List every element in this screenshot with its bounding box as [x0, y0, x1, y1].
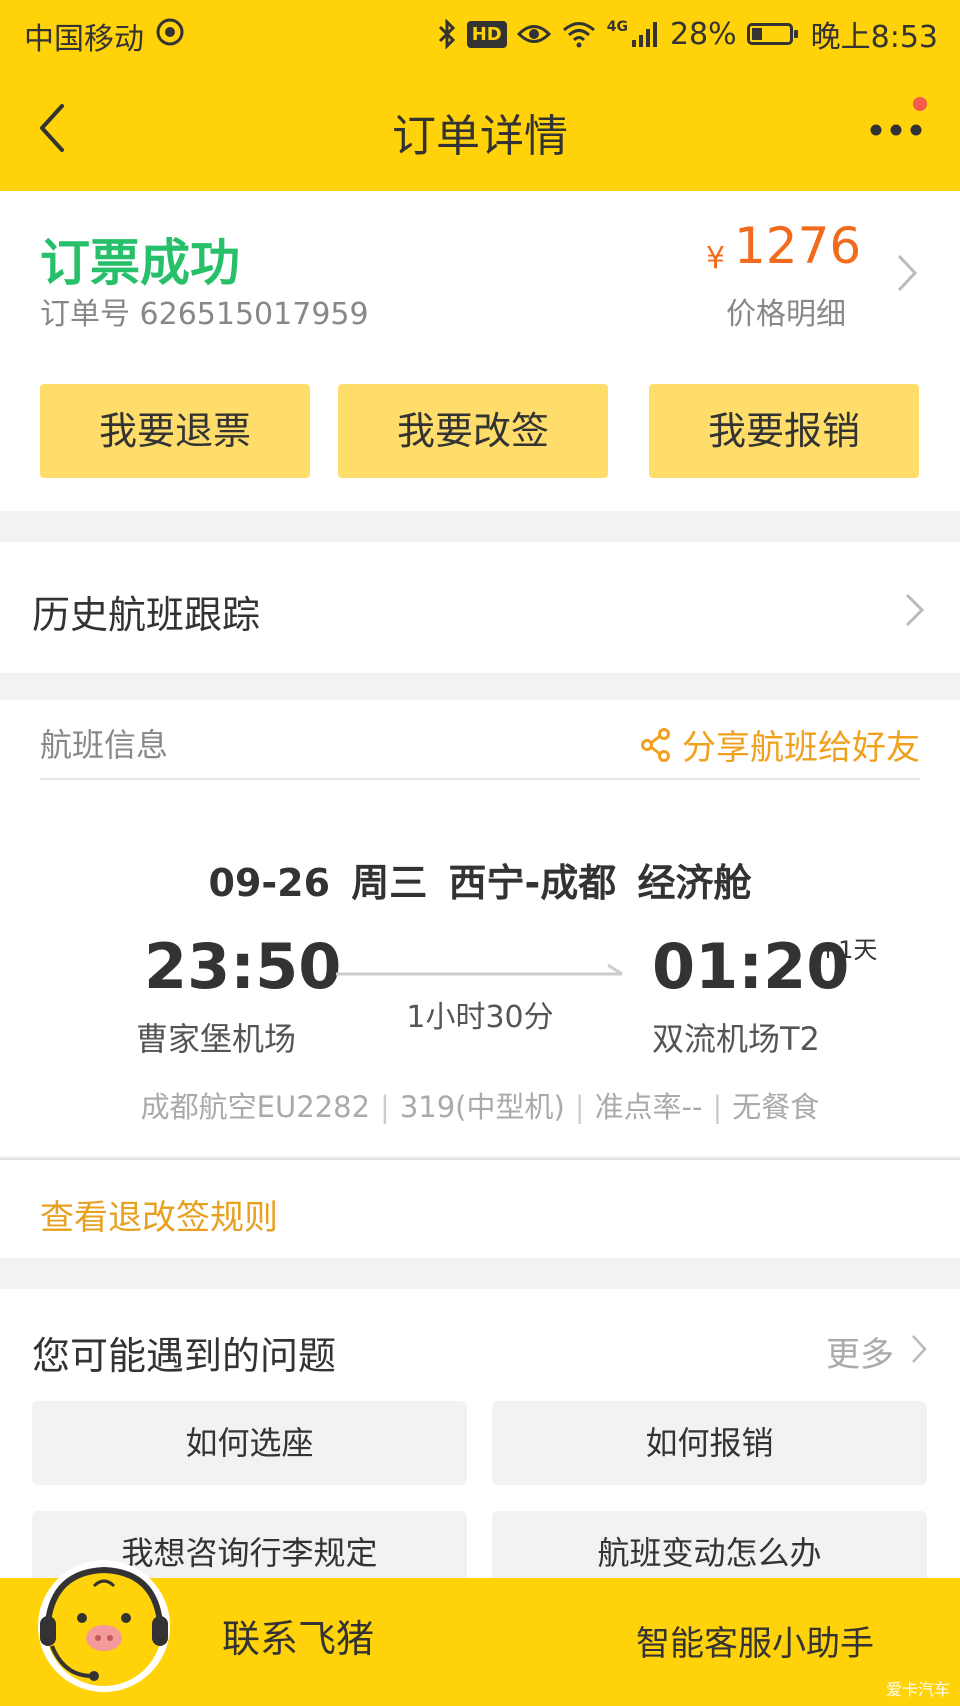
aircraft-type: 319(中型机) — [399, 1090, 565, 1124]
change-ticket-button[interactable]: 我要改签 — [338, 384, 608, 478]
network-type: 4G — [606, 19, 628, 35]
currency-symbol: ¥ — [706, 241, 726, 276]
status-bar: 中国移动 HD 4G 28% 晚上8:53 — [0, 0, 960, 66]
hd-voice-icon — [156, 18, 184, 46]
notification-dot — [913, 97, 927, 111]
signal-icon — [631, 22, 657, 47]
next-day-badge: +1天 — [818, 936, 878, 964]
divider — [40, 778, 920, 780]
chevron-right-icon — [905, 593, 925, 627]
more-menu-icon[interactable] — [866, 105, 926, 155]
flight-info-heading: 航班信息 — [40, 726, 169, 764]
flight-meta: 成都航空EU2282 | 319(中型机) | 准点率-- | 无餐食 — [140, 1090, 820, 1124]
departure-airport: 曹家堡机场 — [136, 1020, 297, 1058]
chevron-right-icon[interactable] — [910, 1333, 928, 1365]
wifi-icon — [562, 22, 595, 48]
fliggy-mascot-icon[interactable] — [34, 1552, 174, 1696]
battery-percent: 28% — [669, 16, 737, 52]
header-bar: 中国移动 HD 4G 28% 晚上8:53 订单详情 — [0, 0, 960, 191]
contact-fliggy-button[interactable]: 联系飞猪 — [222, 1608, 374, 1663]
history-flight-tracking-row[interactable]: 历史航班跟踪 — [0, 542, 960, 673]
refund-button[interactable]: 我要退票 — [40, 384, 310, 478]
meal-info: 无餐食 — [732, 1090, 820, 1124]
status-icons: HD 4G 28% 晚上8:53 — [437, 12, 938, 56]
share-flight-button[interactable]: 分享航班给好友 — [640, 720, 920, 769]
order-price[interactable]: 1276 — [734, 217, 861, 275]
page-title: 订单详情 — [392, 111, 568, 162]
order-status: 订票成功 — [40, 234, 240, 292]
hd-badge: HD — [466, 20, 507, 48]
history-flight-tracking-label: 历史航班跟踪 — [32, 593, 261, 637]
flight-info-card: 航班信息 分享航班给好友 09-26 周三 西宁-成都 经济舱 23:50 01… — [0, 700, 960, 1156]
arrival-airport: 双流机场T2 — [652, 1020, 820, 1058]
share-flight-label: 分享航班给好友 — [682, 728, 920, 768]
reimbursement-button[interactable]: 我要报销 — [649, 384, 919, 478]
faq-item-reimbursement[interactable]: 如何报销 — [492, 1401, 927, 1485]
refund-change-rules-link[interactable]: 查看退改签规则 — [40, 1190, 278, 1239]
flight-arrow-icon — [336, 963, 623, 976]
faq-title: 您可能遇到的问题 — [32, 1334, 337, 1378]
order-number: 订单号 626515017959 — [40, 297, 369, 332]
battery-level — [751, 28, 762, 40]
battery-icon — [746, 23, 798, 45]
rules-row[interactable]: 查看退改签规则 — [0, 1158, 960, 1258]
order-summary-card: 订票成功 订单号 626515017959 ¥ 1276 价格明细 我要退票 我… — [0, 191, 960, 511]
carrier-name: 中国移动 — [24, 22, 144, 57]
watermark: 爱卡汽车 — [885, 1680, 950, 1699]
bluetooth-icon — [438, 19, 455, 49]
flight-route-line: 09-26 周三 西宁-成都 经济舱 — [208, 861, 752, 905]
smart-assistant-button[interactable]: 智能客服小助手 — [636, 1616, 874, 1665]
airline-flight-number: 成都航空EU2282 — [140, 1090, 371, 1124]
chevron-right-icon[interactable] — [894, 251, 920, 295]
share-icon — [641, 727, 670, 762]
on-time-rate: 准点率-- — [594, 1090, 703, 1124]
price-detail-link[interactable]: 价格明细 — [726, 289, 846, 333]
eye-icon — [516, 25, 551, 43]
clock: 晚上8:53 — [810, 20, 938, 55]
faq-item-seat-selection[interactable]: 如何选座 — [32, 1401, 467, 1485]
faq-more-link[interactable]: 更多 — [826, 1327, 894, 1376]
